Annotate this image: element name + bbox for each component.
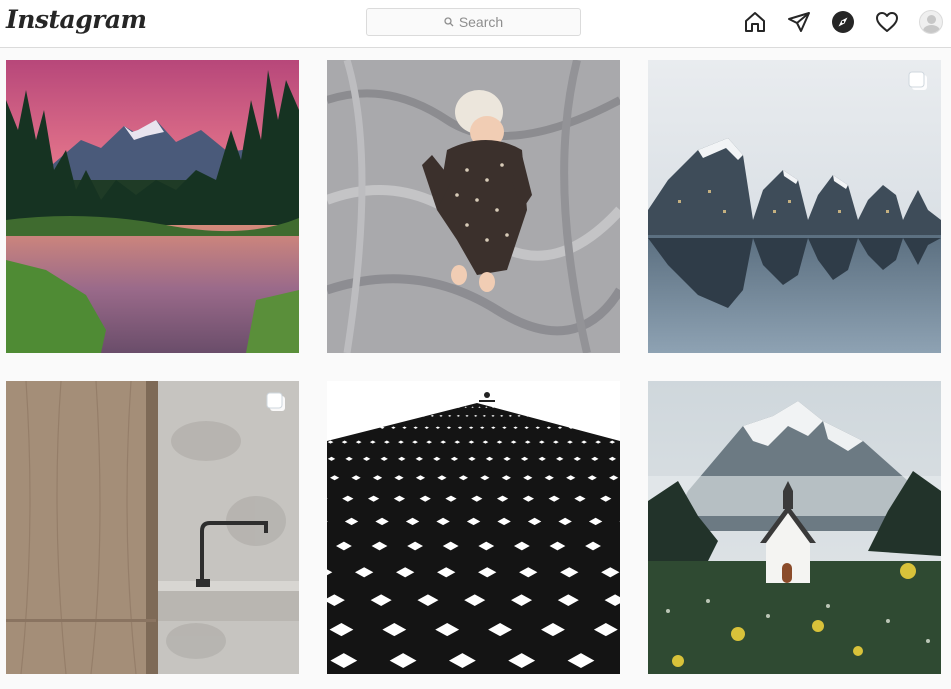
page-bottom-edge — [0, 674, 951, 689]
post-tile-5[interactable] — [327, 381, 620, 674]
activity-icon[interactable] — [875, 10, 899, 34]
post-tile-3[interactable] — [648, 60, 941, 353]
post-image-chapel-mountain — [648, 381, 941, 674]
post-image-mountain-sunset — [6, 60, 299, 353]
post-image-baby-blanket — [327, 60, 620, 353]
explore-icon[interactable] — [831, 10, 855, 34]
search-icon — [444, 17, 454, 27]
post-tile-1[interactable] — [6, 60, 299, 353]
instagram-logo[interactable]: Instagram — [6, 5, 147, 34]
post-tile-6[interactable] — [648, 381, 941, 674]
post-tile-2[interactable] — [327, 60, 620, 353]
post-tile-4[interactable] — [6, 381, 299, 674]
direct-icon[interactable] — [787, 10, 811, 34]
nav-icons — [723, 10, 943, 34]
search-input[interactable]: Search — [366, 8, 581, 36]
top-navigation-bar: Instagram Search — [0, 0, 951, 48]
search-placeholder: Search — [458, 14, 504, 30]
multiple-images-icon — [907, 70, 929, 92]
post-image-wood-marble-kitchen — [6, 381, 299, 674]
post-image-diamond-pattern — [327, 381, 620, 674]
home-icon[interactable] — [743, 10, 767, 34]
avatar — [919, 10, 943, 34]
post-image-wave-building — [648, 60, 941, 353]
profile-avatar[interactable] — [919, 10, 943, 34]
multiple-images-icon — [265, 391, 287, 413]
